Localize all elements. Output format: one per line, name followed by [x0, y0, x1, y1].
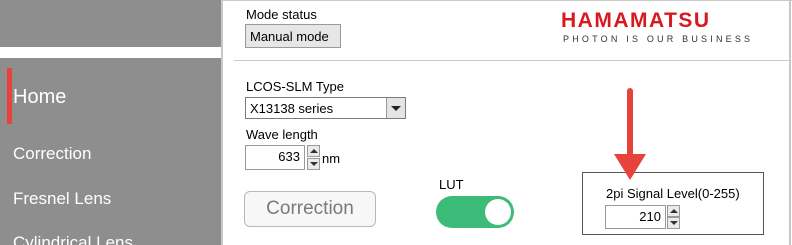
sidebar-item-correction[interactable]: Correction — [13, 144, 91, 164]
signal-level-up-icon[interactable] — [667, 205, 680, 217]
arrow-head-icon — [614, 154, 646, 180]
slm-type-selected: X13138 series — [250, 101, 334, 116]
hamamatsu-logo: HAMAMATSU PHOTON IS OUR BUSINESS — [561, 9, 776, 49]
lut-label: LUT — [439, 177, 464, 192]
wave-length-down-icon[interactable] — [307, 158, 320, 170]
slm-type-label: LCOS-SLM Type — [246, 79, 345, 94]
mode-status-label: Mode status — [246, 7, 317, 22]
sidebar-separator — [0, 47, 221, 58]
wave-length-input[interactable]: 633 — [245, 145, 305, 170]
logo-tagline: PHOTON IS OUR BUSINESS — [563, 34, 754, 44]
toggle-knob — [485, 199, 511, 225]
sidebar-item-fresnel-lens[interactable]: Fresnel Lens — [13, 189, 111, 209]
slm-type-select[interactable]: X13138 series — [245, 97, 406, 119]
logo-wordmark: HAMAMATSU — [561, 9, 711, 32]
sidebar-item-cylindrical-lens[interactable]: Cylindrical Lens — [13, 233, 133, 245]
sidebar-header — [0, 0, 221, 47]
signal-level-label: 2pi Signal Level(0-255) — [606, 186, 740, 201]
sidebar: Home Correction Fresnel Lens Cylindrical… — [0, 0, 221, 245]
signal-level-down-icon[interactable] — [667, 217, 680, 229]
chevron-down-icon[interactable] — [386, 98, 405, 118]
sidebar-divider — [221, 0, 223, 245]
correction-button[interactable]: Correction — [244, 191, 376, 227]
wave-length-label: Wave length — [246, 127, 318, 142]
header-separator — [234, 60, 789, 61]
down-arrow-icon — [627, 88, 633, 160]
right-border — [789, 0, 791, 245]
signal-level-input[interactable]: 210 — [605, 205, 666, 229]
wave-length-unit: nm — [322, 151, 341, 166]
wave-length-up-icon[interactable] — [307, 145, 320, 157]
lut-toggle[interactable] — [436, 196, 514, 228]
active-indicator — [7, 68, 12, 124]
sidebar-item-home[interactable]: Home — [13, 86, 66, 109]
top-border — [223, 0, 792, 1]
mode-status-value: Manual mode — [245, 24, 341, 48]
